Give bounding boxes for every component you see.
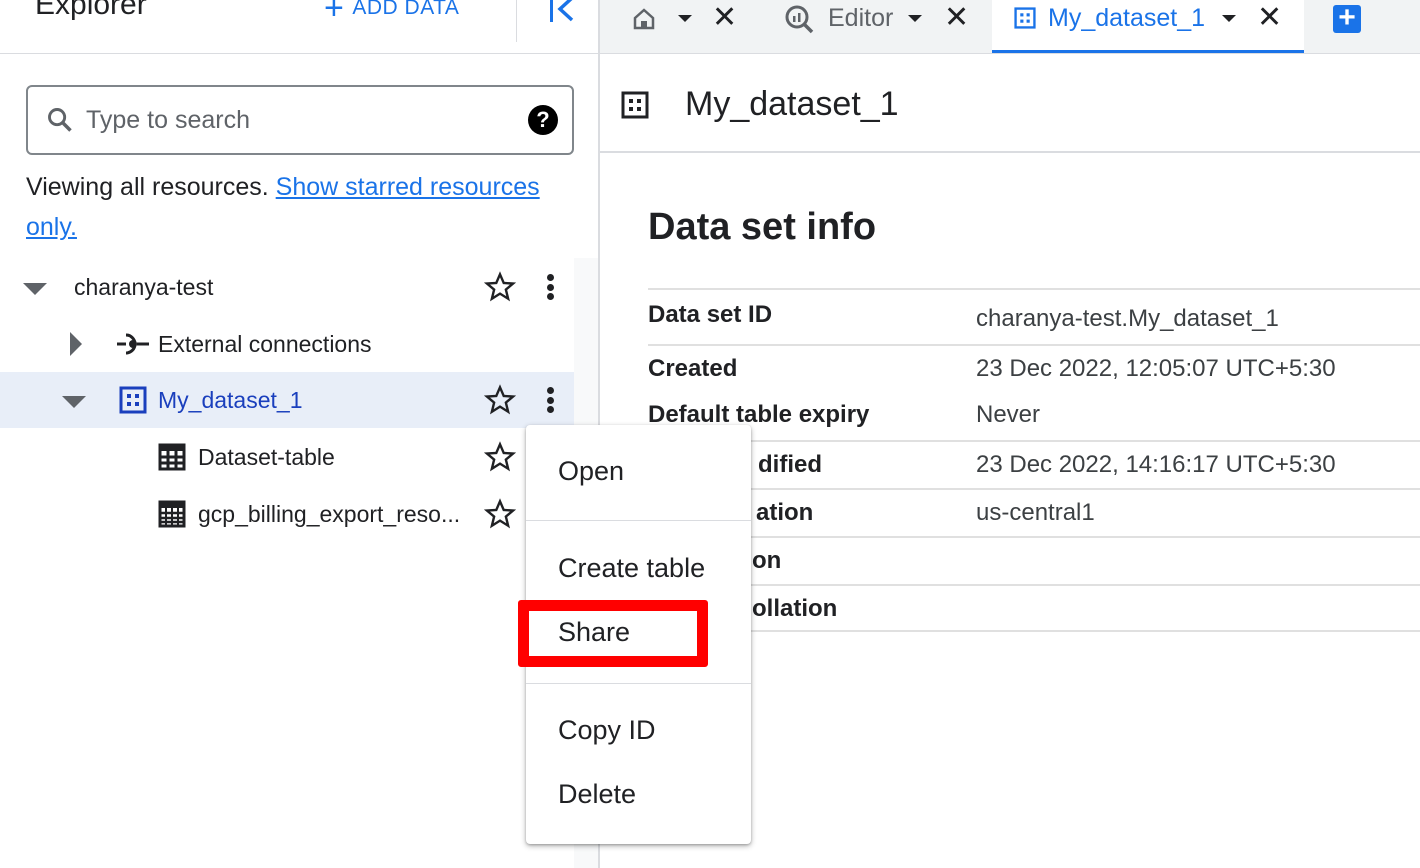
dataset-icon [621,91,649,119]
menu-divider [526,520,751,521]
caret-down-icon[interactable] [23,283,47,295]
context-menu: Open Create table Share Copy ID Delete [526,425,751,844]
info-key: ollation [752,595,838,622]
tree-item-table[interactable]: Dataset-table [0,429,574,485]
connection-icon [117,333,149,355]
info-value: us-central1 [976,499,1095,526]
explorer-header: Explorer + ADD DATA [0,0,598,54]
dataset-icon [119,386,147,414]
menu-item-delete[interactable]: Delete [558,779,636,810]
tree-item-external-connections[interactable]: External connections [0,316,574,372]
external-connections-label: External connections [158,330,372,357]
close-icon[interactable]: ✕ [712,3,737,33]
close-icon[interactable]: ✕ [944,3,969,33]
tab-dropdown-icon[interactable] [1222,15,1236,22]
tab-bar: ✕ Editor ✕ My_dataset_1 ✕ + [600,0,1420,54]
info-row: Created 23 Dec 2022, 12:05:07 UTC+5:30 [648,344,1420,392]
menu-item-open[interactable]: Open [558,456,624,487]
search-input[interactable] [86,105,528,135]
close-icon[interactable]: ✕ [1257,3,1282,33]
dataset-label: My_dataset_1 [158,386,303,413]
caret-right-icon[interactable] [70,332,82,356]
caret-down-icon[interactable] [62,396,86,408]
page-title: My_dataset_1 [685,85,899,123]
viewing-label: Viewing all resources. [26,173,269,201]
menu-item-copy-id[interactable]: Copy ID [558,715,656,746]
explorer-panel: Explorer + ADD DATA ? Viewing all resour… [0,0,598,868]
table-icon [158,443,186,471]
info-row: on [648,536,1420,584]
tab-dropdown-icon[interactable] [678,15,692,22]
table-label: Dataset-table [198,443,335,470]
dataset-icon [1014,7,1036,29]
tree-item-dataset[interactable]: My_dataset_1 [0,372,574,428]
partitioned-table-icon [158,500,186,528]
home-icon [633,8,655,30]
plus-icon: + [324,0,345,27]
info-row: Data set ID charanya-test.My_dataset_1 [648,288,1420,344]
info-key: Created [648,355,738,382]
more-options-icon[interactable] [540,384,560,416]
menu-item-share[interactable]: Share [558,617,630,648]
tab-dropdown-icon[interactable] [908,15,922,22]
more-options-icon[interactable] [540,271,560,303]
info-row: ollation [648,584,1420,632]
search-icon [48,108,72,132]
info-value: 23 Dec 2022, 14:16:17 UTC+5:30 [976,451,1336,478]
add-data-label: ADD DATA [352,0,460,19]
project-label: charanya-test [74,273,214,300]
tab-editor-label: Editor [828,4,894,32]
star-icon[interactable] [484,498,516,530]
tab-my-dataset[interactable]: My_dataset_1 ✕ [992,0,1304,53]
info-value: Never [976,401,1041,428]
star-icon[interactable] [484,441,516,473]
table-label: gcp_billing_export_reso... [198,500,461,527]
tab-my-dataset-label: My_dataset_1 [1048,4,1206,32]
add-data-button[interactable]: + ADD DATA [324,0,459,25]
info-table: Data set ID charanya-test.My_dataset_1 C… [648,288,1420,632]
info-key: dified [758,451,822,478]
info-row: dified 23 Dec 2022, 14:16:17 UTC+5:30 [648,440,1420,488]
search-field[interactable]: ? [26,85,574,155]
tree-item-table[interactable]: gcp_billing_export_reso... [0,486,574,542]
query-icon [785,5,814,34]
viewing-resources-text: Viewing all resources. Show starred reso… [26,167,576,247]
star-icon[interactable] [484,271,516,303]
info-key: on [752,547,782,574]
info-key: Data set ID [648,301,773,328]
main-header: My_dataset_1 [600,55,1420,153]
info-value: charanya-test.My_dataset_1 [976,305,1279,332]
menu-divider [526,683,751,684]
info-value: 23 Dec 2022, 12:05:07 UTC+5:30 [976,355,1336,382]
info-row: Default table expiry Never [648,392,1420,440]
section-title: Data set info [648,206,877,248]
menu-item-create-table[interactable]: Create table [558,553,705,584]
tree-item-project[interactable]: charanya-test [0,259,574,315]
collapse-panel-icon[interactable] [546,0,578,40]
new-tab-button[interactable]: + [1333,3,1361,33]
star-icon[interactable] [484,384,516,416]
info-key: ation [756,499,814,526]
info-row: ation us-central1 [648,488,1420,536]
help-icon[interactable]: ? [528,105,558,135]
tab-editor[interactable]: Editor ✕ [760,0,992,53]
header-divider [516,0,517,42]
tab-home[interactable]: ✕ [600,0,760,53]
explorer-title: Explorer [35,0,147,21]
